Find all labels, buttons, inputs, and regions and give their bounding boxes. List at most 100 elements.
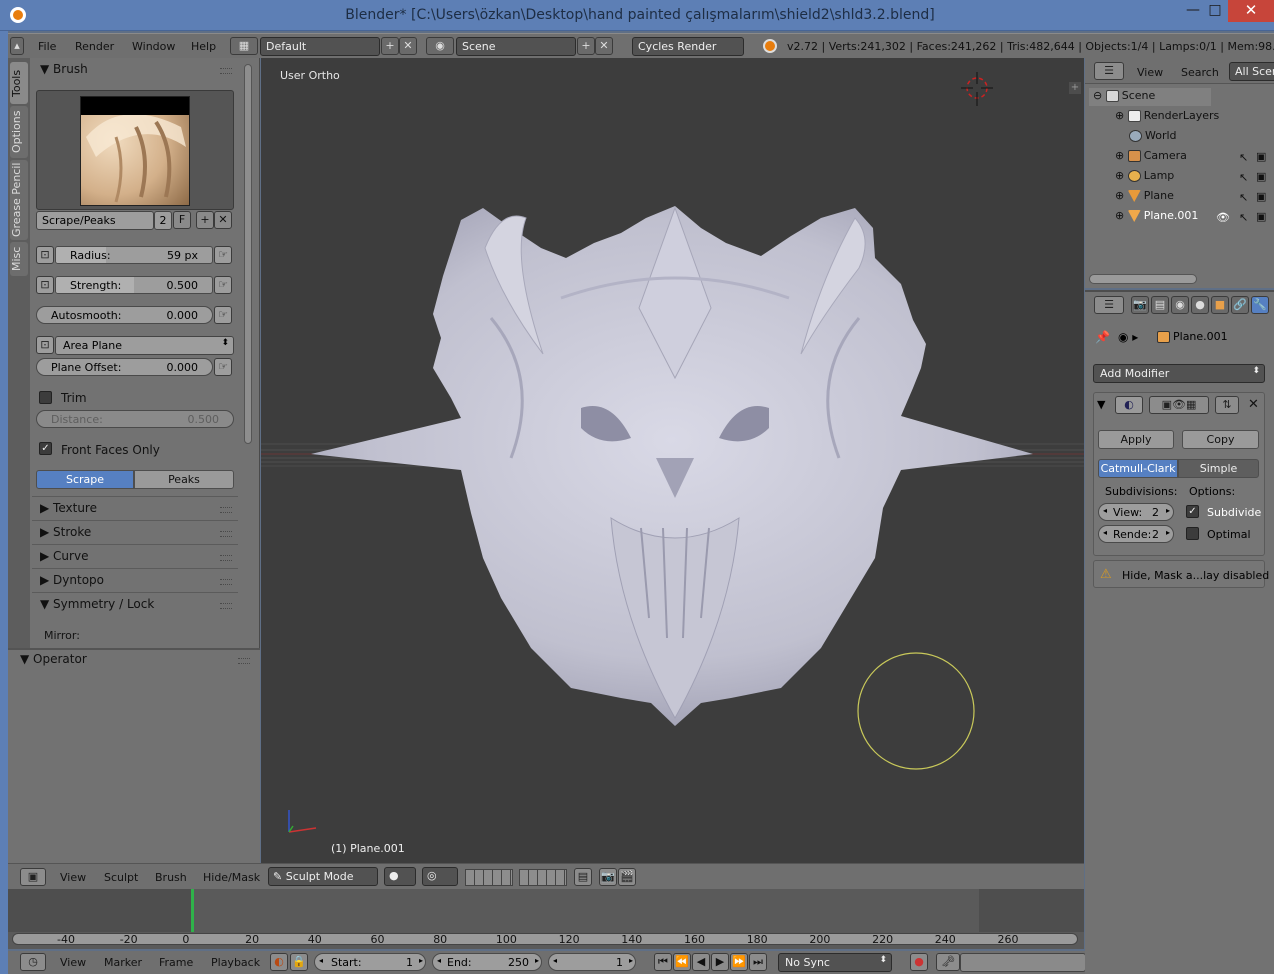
- modifier-remove-icon[interactable]: ✕: [1248, 397, 1259, 412]
- new-brush-icon[interactable]: +: [196, 211, 214, 229]
- left-arrow-icon[interactable]: ◂: [553, 956, 557, 965]
- lock-icon[interactable]: 🔒: [290, 953, 308, 971]
- menu-window[interactable]: Window: [132, 40, 175, 53]
- screen-layout-icon[interactable]: ▦: [230, 37, 258, 55]
- render-layers-icon[interactable]: ▤: [574, 868, 592, 886]
- catmull-clark-button[interactable]: Catmull-Clark: [1098, 459, 1178, 478]
- current-frame-field[interactable]: ◂ 1 ▸: [548, 953, 636, 971]
- view-subdivisions-field[interactable]: ◂ View: 2 ▸: [1098, 503, 1174, 521]
- strength-slider[interactable]: Strength: 0.500: [55, 276, 213, 294]
- tab-tools[interactable]: Tools: [10, 62, 28, 104]
- operator-panel-header[interactable]: ▼ Operator: [20, 652, 87, 666]
- menu-frame[interactable]: Frame: [159, 956, 193, 969]
- curve-panel-header[interactable]: ▶ Curve: [40, 549, 88, 563]
- record-icon[interactable]: ●: [910, 953, 928, 971]
- left-arrow-icon[interactable]: ◂: [319, 956, 323, 965]
- dyntopo-panel-header[interactable]: ▶ Dyntopo: [40, 573, 104, 587]
- fake-user-button[interactable]: F: [173, 211, 191, 229]
- modifier-collapse-icon[interactable]: ▼: [1097, 398, 1105, 411]
- play-icon[interactable]: ▶: [711, 953, 729, 971]
- area-plane-dropdown[interactable]: Area Plane ⬍: [55, 336, 234, 355]
- brush-preview-frame[interactable]: [36, 90, 234, 210]
- pivot-dropdown[interactable]: ◎: [422, 867, 458, 886]
- add-modifier-dropdown[interactable]: Add Modifier ⬍: [1093, 364, 1265, 383]
- expand-icon[interactable]: ⊕: [1115, 149, 1128, 162]
- distance-slider[interactable]: Distance: 0.500: [36, 410, 234, 428]
- brush-panel-header[interactable]: ▼ Brush: [40, 62, 88, 76]
- left-arrow-icon[interactable]: ◂: [1103, 528, 1107, 537]
- layers-tab-icon[interactable]: ▤: [1151, 296, 1169, 314]
- menu-playback[interactable]: Playback: [211, 956, 260, 969]
- editor-type-icon[interactable]: ▣: [20, 868, 46, 886]
- pin-icon[interactable]: 📌: [1095, 330, 1110, 344]
- modifier-visibility-toggles[interactable]: ▣👁▦: [1149, 396, 1209, 414]
- autosmooth-slider[interactable]: Autosmooth: 0.000: [36, 306, 213, 324]
- minimize-button[interactable]: —: [1183, 0, 1203, 22]
- clapboard-icon[interactable]: 🎬: [618, 868, 636, 886]
- expand-icon[interactable]: ⊖: [1093, 89, 1106, 102]
- right-arrow-icon[interactable]: ▸: [1166, 528, 1170, 537]
- unlink-brush-icon[interactable]: ✕: [214, 211, 232, 229]
- camera-icon[interactable]: 📷: [599, 868, 617, 886]
- editor-type-icon[interactable]: ☰: [1094, 296, 1124, 314]
- play-reverse-icon[interactable]: ◀: [692, 953, 710, 971]
- jump-start-icon[interactable]: ⏮: [654, 953, 672, 971]
- panel-grip-icon[interactable]: [220, 603, 232, 609]
- layer-grid-2[interactable]: [519, 869, 567, 886]
- render-tab-icon[interactable]: 📷: [1131, 296, 1149, 314]
- menu-help[interactable]: Help: [191, 40, 216, 53]
- tree-item-world[interactable]: World: [1127, 128, 1179, 143]
- tab-misc[interactable]: Misc: [10, 242, 28, 276]
- sync-dropdown[interactable]: No Sync ⬍: [778, 953, 892, 972]
- optimal-checkbox[interactable]: [1186, 527, 1199, 540]
- texture-panel-header[interactable]: ▶ Texture: [40, 501, 97, 515]
- prev-keyframe-icon[interactable]: ⏪: [673, 953, 691, 971]
- end-frame-field[interactable]: ◂ End: 250 ▸: [432, 953, 542, 971]
- right-arrow-icon[interactable]: ▸: [1166, 506, 1170, 515]
- current-frame-marker[interactable]: [191, 889, 194, 932]
- remove-layout-icon[interactable]: ✕: [399, 37, 417, 55]
- right-arrow-icon[interactable]: ▸: [535, 956, 539, 965]
- render-camera-icon[interactable]: ▣: [1256, 170, 1266, 183]
- editor-type-icon[interactable]: ☰: [1094, 62, 1124, 80]
- copy-button[interactable]: Copy: [1182, 430, 1259, 449]
- panel-grip-icon[interactable]: [220, 531, 232, 537]
- 3d-viewport[interactable]: User Ortho (1) Plane.001 +: [261, 58, 1084, 863]
- lock-icon[interactable]: ⊡: [36, 246, 54, 264]
- render-camera-icon[interactable]: ▣: [1256, 190, 1266, 203]
- menu-render[interactable]: Render: [75, 40, 114, 53]
- shading-dropdown[interactable]: ●: [384, 867, 416, 886]
- menu-file[interactable]: File: [38, 40, 56, 53]
- editor-type-icon[interactable]: ◷: [20, 953, 46, 971]
- select-arrow-icon[interactable]: ↖: [1239, 151, 1248, 164]
- render-camera-icon[interactable]: ▣: [1256, 150, 1266, 163]
- tree-item-scene[interactable]: ⊖ Scene: [1089, 88, 1211, 106]
- keying-set-field[interactable]: [960, 953, 1086, 972]
- right-arrow-icon[interactable]: ▸: [629, 956, 633, 965]
- render-subdivisions-field[interactable]: ◂ Rende: 2 ▸: [1098, 525, 1174, 543]
- pressure-icon[interactable]: ☞: [214, 306, 232, 324]
- menu-brush[interactable]: Brush: [155, 871, 187, 884]
- visibility-eye-icon[interactable]: 👁: [1216, 211, 1230, 224]
- simple-button[interactable]: Simple: [1178, 459, 1259, 478]
- peaks-mode-button[interactable]: Peaks: [134, 470, 234, 489]
- apply-button[interactable]: Apply: [1098, 430, 1174, 449]
- outliner-filter-dropdown[interactable]: All Scenes: [1229, 62, 1274, 81]
- panel-grip-icon[interactable]: [220, 507, 232, 513]
- scrape-mode-button[interactable]: Scrape: [36, 470, 134, 489]
- tree-item-renderlayers[interactable]: ⊕ RenderLayers: [1113, 108, 1221, 123]
- scene-field[interactable]: Scene: [456, 37, 576, 56]
- expand-icon[interactable]: ⊕: [1115, 189, 1128, 202]
- panel-grip-icon[interactable]: [238, 658, 250, 664]
- left-arrow-icon[interactable]: ◂: [437, 956, 441, 965]
- render-engine-dropdown[interactable]: Cycles Render: [632, 37, 744, 56]
- tree-item-plane-001[interactable]: ⊕ Plane.001: [1113, 208, 1200, 223]
- object-tab-icon[interactable]: ■: [1211, 296, 1229, 314]
- preview-range-icon[interactable]: ◐: [270, 953, 288, 971]
- symmetry-panel-header[interactable]: ▼ Symmetry / Lock: [40, 597, 154, 611]
- panel-grip-icon[interactable]: [220, 579, 232, 585]
- subdivide-uvs-checkbox[interactable]: ✓: [1186, 505, 1199, 518]
- start-frame-field[interactable]: ◂ Start: 1 ▸: [314, 953, 426, 971]
- stroke-panel-header[interactable]: ▶ Stroke: [40, 525, 91, 539]
- remove-scene-icon[interactable]: ✕: [595, 37, 613, 55]
